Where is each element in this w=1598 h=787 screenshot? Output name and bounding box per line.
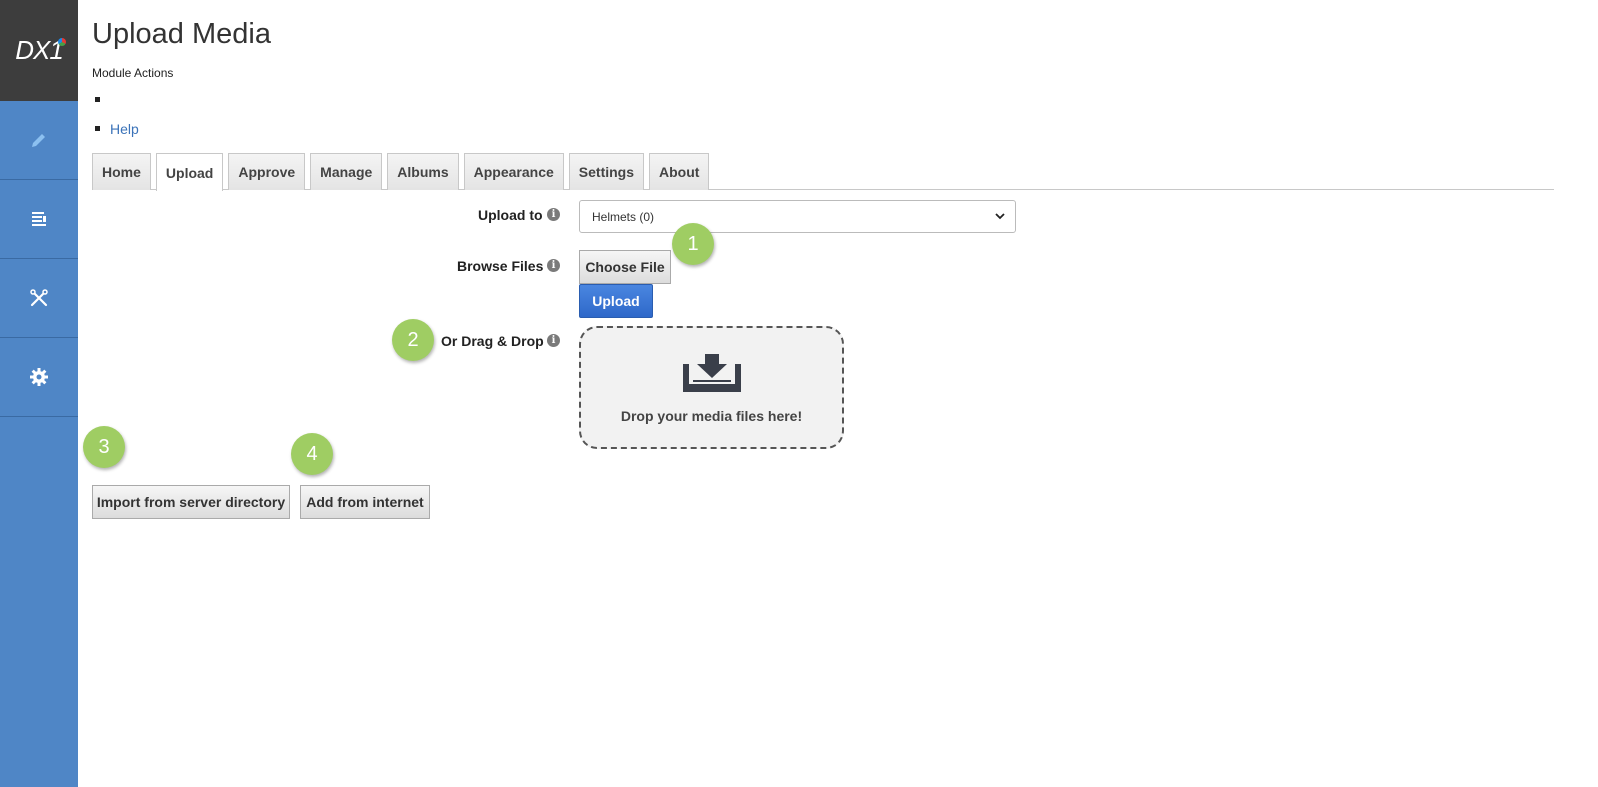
page-title: Upload Media xyxy=(92,18,271,50)
sidebar-item-edit[interactable] xyxy=(0,101,78,180)
tab-albums[interactable]: Albums xyxy=(387,153,459,190)
drop-text: Drop your media files here! xyxy=(620,408,803,424)
add-from-internet-button[interactable]: Add from internet xyxy=(300,485,430,519)
tab-home[interactable]: Home xyxy=(92,153,151,190)
module-actions-label: Module Actions xyxy=(92,66,174,80)
tab-manage[interactable]: Manage xyxy=(310,153,383,190)
browse-files-label: Browse Files xyxy=(457,258,544,274)
upload-to-label: Upload to xyxy=(478,207,543,223)
tools-icon xyxy=(30,289,48,307)
annotation-badge: 4 xyxy=(291,433,333,475)
download-tray-icon xyxy=(682,354,741,392)
bullet xyxy=(95,97,100,102)
logo: DX1 xyxy=(0,0,78,101)
tab-bar: Home Upload Approve Manage Albums Appear… xyxy=(92,153,1554,191)
sidebar-item-settings[interactable] xyxy=(0,338,78,417)
pencil-icon xyxy=(32,134,45,147)
bullet xyxy=(95,126,100,131)
logo-text: DX1 xyxy=(15,35,64,65)
choose-file-button[interactable]: Choose File xyxy=(579,250,671,284)
help-link[interactable]: Help xyxy=(110,121,139,137)
upload-to-select[interactable]: Helmets (0) xyxy=(579,200,1016,233)
info-icon[interactable]: i xyxy=(547,334,560,347)
gear-icon xyxy=(30,368,48,386)
upload-to-value: Helmets (0) xyxy=(592,209,655,224)
annotation-badge: 2 xyxy=(392,319,434,361)
sidebar-item-content[interactable] xyxy=(0,180,78,259)
tab-upload[interactable]: Upload xyxy=(155,153,224,191)
import-server-directory-button[interactable]: Import from server directory xyxy=(92,485,290,519)
annotation-badge: 3 xyxy=(83,426,125,468)
drop-zone[interactable]: Drop your media files here! xyxy=(579,326,844,449)
tab-approve[interactable]: Approve xyxy=(228,153,306,190)
sidebar-item-tools[interactable] xyxy=(0,259,78,338)
tab-about[interactable]: About xyxy=(649,153,710,190)
upload-button[interactable]: Upload xyxy=(579,284,653,318)
logo-mark-icon xyxy=(58,38,66,46)
tab-settings[interactable]: Settings xyxy=(568,153,645,190)
info-icon[interactable]: i xyxy=(547,208,560,221)
chevron-down-icon xyxy=(995,213,1005,220)
content-list-icon xyxy=(32,212,46,226)
annotation-badge: 1 xyxy=(672,223,714,265)
tab-appearance[interactable]: Appearance xyxy=(463,153,564,190)
drag-drop-label: Or Drag & Drop xyxy=(441,333,544,349)
info-icon[interactable]: i xyxy=(547,259,560,272)
sidebar: DX1 xyxy=(0,0,78,787)
